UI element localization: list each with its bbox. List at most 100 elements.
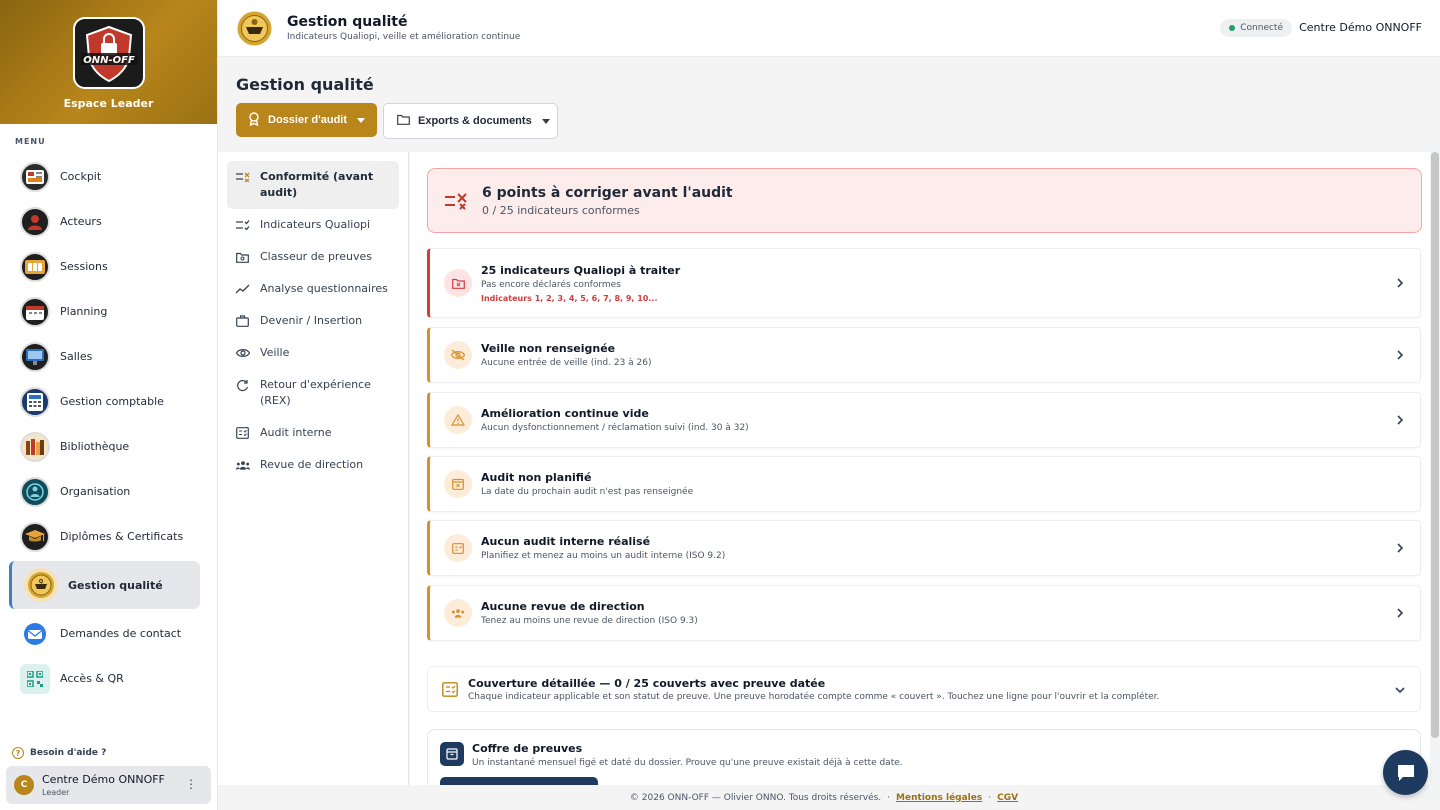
tab-veille[interactable]: Veille: [218, 337, 408, 369]
sidebar-item-acteurs[interactable]: Acteurs: [0, 199, 217, 244]
chevron-right-icon: [1394, 478, 1406, 490]
coverage-accordion[interactable]: Couverture détaillée — 0 / 25 couverts a…: [427, 666, 1421, 712]
sidebar-item-diplomes[interactable]: Diplômes & Certificats: [0, 514, 217, 559]
sidebar-item-label: Bibliothèque: [60, 440, 130, 453]
chevron-right-icon: [1397, 543, 1404, 553]
tab-analyse-questionnaires[interactable]: Analyse questionnaires: [218, 273, 408, 305]
header-title: Gestion qualité: [287, 14, 408, 30]
checklist-icon: [236, 217, 250, 233]
task-amelioration-continue[interactable]: Amélioration continue vide Aucun dysfonc…: [427, 392, 1421, 448]
audit-dossier-button[interactable]: Dossier d'audit: [236, 103, 377, 137]
footer-separator: ·: [887, 793, 891, 803]
qr-code-icon: [20, 663, 50, 694]
tab-label: Audit interne: [260, 426, 332, 439]
sidebar-item-organisation[interactable]: Organisation: [0, 469, 217, 514]
calendar-icon: [20, 296, 50, 327]
vault-subtitle: Un instantané mensuel figé et daté du do…: [472, 758, 903, 768]
quality-subnav: Conformité (avant audit) Indicateurs Qua…: [218, 152, 409, 785]
sidebar: ONN-OFF Espace Leader MENU Cockpit Acteu…: [0, 0, 218, 810]
sidebar-item-gestion-comptable[interactable]: Gestion comptable: [0, 379, 217, 424]
chevron-right-icon: [1397, 350, 1404, 360]
sidebar-item-label: Gestion qualité: [68, 578, 163, 592]
audit-icon: [444, 534, 472, 562]
task-revue-direction[interactable]: Aucune revue de direction Tenez au moins…: [427, 585, 1421, 641]
tab-classeur-preuves[interactable]: Classeur de preuves: [218, 241, 408, 273]
task-detail: Indicateurs 1, 2, 3, 4, 5, 6, 7, 8, 9, 1…: [481, 293, 658, 303]
task-subtitle: Planifiez et menez au moins un audit int…: [481, 551, 726, 561]
sidebar-item-label: Demandes de contact: [60, 627, 182, 640]
tab-indicateurs-qualiopi[interactable]: Indicateurs Qualiopi: [218, 209, 408, 241]
sidebar-item-label: Accès & QR: [60, 672, 124, 685]
onnoff-logo[interactable]: ONN-OFF: [72, 17, 145, 89]
more-vertical-icon[interactable]: ⋮: [185, 778, 197, 790]
help-link[interactable]: ? Besoin d'aide ?: [12, 747, 106, 759]
chevron-down-icon: [357, 117, 366, 123]
help-label: Besoin d'aide ?: [30, 748, 107, 758]
task-audit-non-planifie[interactable]: Audit non planifié La date du prochain a…: [427, 456, 1421, 512]
checklist-x-icon: [444, 192, 468, 210]
eye-icon: [236, 345, 250, 361]
task-title: Amélioration continue vide: [481, 407, 649, 420]
task-title: Veille non renseignée: [481, 342, 616, 355]
organisation-icon: [20, 476, 50, 507]
user-card[interactable]: C Centre Démo ONNOFF Leader ⋮: [6, 766, 211, 804]
chevron-right-icon: [1397, 278, 1404, 288]
user-role: Leader: [42, 788, 70, 797]
chevron-right-icon: [1397, 415, 1404, 425]
sidebar-item-cockpit[interactable]: Cockpit: [0, 154, 217, 199]
sidebar-item-sessions[interactable]: Sessions: [0, 244, 217, 289]
sidebar-item-demandes-contact[interactable]: Demandes de contact: [0, 611, 217, 656]
proof-vault-card: Coffre de preuves Un instantané mensuel …: [427, 729, 1421, 785]
task-title: Audit non planifié: [481, 471, 592, 484]
vault-action-button[interactable]: [440, 777, 598, 785]
sidebar-item-label: Acteurs: [60, 215, 102, 228]
checklist-x-icon: [236, 169, 250, 185]
sidebar-item-salles[interactable]: Salles: [0, 334, 217, 379]
task-title: Aucune revue de direction: [481, 600, 645, 613]
sidebar-item-acces-qr[interactable]: Accès & QR: [0, 656, 217, 701]
folder-icon: [397, 114, 410, 128]
chevron-down-icon: [541, 118, 550, 124]
tab-audit-interne[interactable]: Audit interne: [218, 417, 408, 449]
contact-icon: [20, 618, 50, 649]
legal-link[interactable]: Mentions légales: [896, 793, 982, 803]
audit-icon: [236, 425, 250, 441]
tab-conformite[interactable]: Conformité (avant audit): [227, 161, 399, 209]
tab-label: Conformité (avant audit): [260, 170, 374, 199]
refresh-icon: [236, 377, 250, 393]
help-icon: ?: [12, 747, 24, 759]
tab-retour-experience[interactable]: Retour d'expérience (REX): [218, 369, 408, 417]
chevron-down-icon: [1395, 687, 1405, 694]
warning-icon: [444, 406, 472, 434]
tab-revue-direction[interactable]: Revue de direction: [218, 449, 408, 481]
cgv-link[interactable]: CGV: [997, 793, 1018, 803]
sidebar-item-gestion-qualite[interactable]: Q Gestion qualité: [9, 561, 200, 609]
page-scrollbar-thumb[interactable]: [1431, 152, 1439, 738]
chat-button[interactable]: [1383, 750, 1428, 795]
status-badge: Connecté: [1220, 19, 1292, 37]
task-subtitle: Tenez au moins une revue de direction (I…: [481, 616, 698, 626]
org-name[interactable]: Centre Démo ONNOFF: [1299, 21, 1422, 34]
sidebar-item-bibliotheque[interactable]: Bibliothèque: [0, 424, 217, 469]
task-indicateurs-qualiopi[interactable]: 25 indicateurs Qualiopi à traiter Pas en…: [427, 248, 1421, 318]
alert-subtitle: 0 / 25 indicateurs conformes: [482, 203, 640, 217]
task-subtitle: Pas encore déclarés conformes: [481, 279, 621, 290]
calendar-x-icon: [444, 470, 472, 498]
task-veille[interactable]: Veille non renseignée Aucune entrée de v…: [427, 327, 1421, 383]
main-content: 6 points à corriger avant l'audit 0 / 25…: [410, 152, 1430, 785]
task-audit-interne[interactable]: Aucun audit interne réalisé Planifiez et…: [427, 520, 1421, 576]
sidebar-item-planning[interactable]: Planning: [0, 289, 217, 334]
folder-icon: [236, 249, 250, 265]
task-title: Aucun audit interne réalisé: [481, 535, 651, 548]
briefcase-icon: [236, 313, 250, 329]
vault-title: Coffre de preuves: [472, 742, 583, 755]
coverage-subtitle: Chaque indicateur applicable et son stat…: [468, 691, 1160, 702]
tab-label: Veille: [260, 346, 290, 359]
rooms-icon: [20, 341, 50, 372]
tab-label: Revue de direction: [260, 458, 364, 471]
exports-documents-button[interactable]: Exports & documents: [383, 103, 558, 139]
audit-dossier-label: Dossier d'audit: [268, 114, 348, 126]
tab-devenir-insertion[interactable]: Devenir / Insertion: [218, 305, 408, 337]
chat-icon: [1397, 764, 1414, 781]
accounting-icon: [20, 386, 50, 417]
